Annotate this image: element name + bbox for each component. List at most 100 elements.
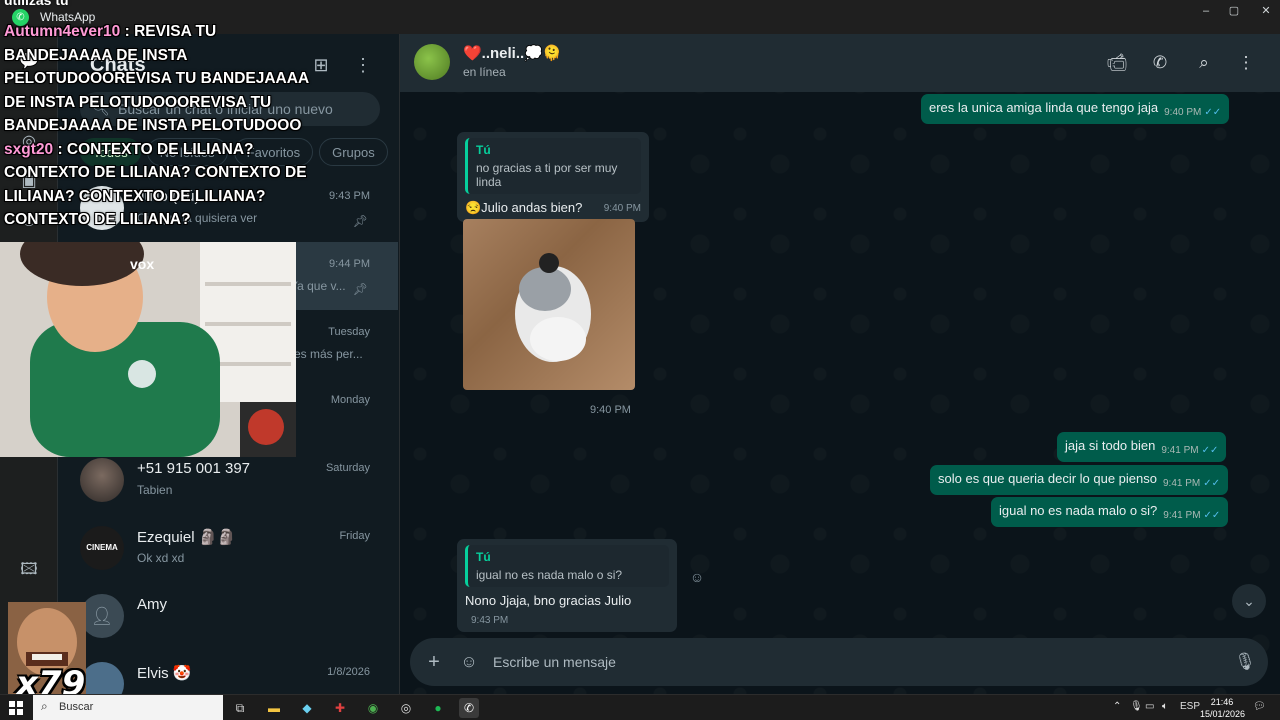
message-text: igual no es nada malo o si? <box>999 503 1158 518</box>
spotify-icon[interactable]: ● <box>428 698 448 718</box>
message-time: 9:43 PM <box>471 615 509 626</box>
message-composer: + ☺ 🎙︎ <box>410 638 1268 686</box>
clock-date: 15/01/2026 <box>1200 709 1246 719</box>
tray-chevron-icon[interactable]: ⌃ <box>1113 701 1121 712</box>
windows-start-icon[interactable] <box>9 701 23 715</box>
quote-text: no gracias a ti por ser muy linda <box>476 161 618 189</box>
media-gallery-icon[interactable]: 🖾 <box>17 558 41 582</box>
message-incoming[interactable]: Tú no gracias a ti por ser muy linda 😒Ju… <box>457 132 649 222</box>
chat-preview: Ya que v... <box>290 279 346 293</box>
message-time: 9:41 PM <box>1162 478 1201 489</box>
mic-tray-icon[interactable]: 🎙︎ <box>1130 701 1143 712</box>
avatar <box>80 662 124 694</box>
message-time: 9:41 PM <box>1161 445 1199 456</box>
message-outgoing[interactable]: igual no es nada malo o si? 9:41 PM ✓✓ <box>991 497 1229 527</box>
chat-time: Monday <box>330 394 370 406</box>
microphone-icon[interactable]: 🎙︎ <box>1233 650 1257 674</box>
read-ticks-icon: ✓✓ <box>1204 107 1222 118</box>
minimize-button[interactable]: – <box>1196 4 1216 18</box>
sticker-emoji-icon[interactable]: ☺ <box>457 650 481 674</box>
file-explorer-icon[interactable]: ▬ <box>264 698 284 718</box>
store-icon[interactable]: ◆ <box>297 698 317 718</box>
chat-time: Saturday <box>325 462 370 474</box>
quote-author: Tú <box>476 550 491 564</box>
message-outgoing[interactable]: jaja si todo bien 9:41 PM ✓✓ <box>1057 432 1227 462</box>
message-text: solo es que queria decir lo que pienso <box>938 471 1157 486</box>
read-ticks-icon: ✓✓ <box>1201 445 1219 456</box>
volume-icon[interactable]: 🔈︎ <box>1162 701 1168 712</box>
message-text: eres la unica amiga linda que tengo jaja <box>929 100 1159 115</box>
message-text: jaja si todo bien <box>1065 438 1156 453</box>
chat-name: Ezequiel 🗿🗿 <box>137 529 237 546</box>
avatar <box>80 458 124 502</box>
pin-icon: 📌︎ <box>352 282 368 296</box>
stream-chat-message: sxgt20 : CONTEXTO DE LILIANA? CONTEXTO D… <box>4 138 316 232</box>
chat-name: Amy <box>137 596 167 613</box>
notifications-icon[interactable]: 💬︎ <box>1253 701 1266 712</box>
emoji-react-icon[interactable]: ☺ <box>688 568 706 586</box>
filter-chip-groups[interactable]: Grupos <box>319 138 388 166</box>
chat-time: Friday <box>339 530 370 542</box>
contact-status: en línea <box>463 65 506 79</box>
maximize-button[interactable]: ▢ <box>1224 4 1244 18</box>
message-incoming[interactable]: Tú igual no es nada malo o si? Nono Jjaj… <box>457 539 677 632</box>
language-indicator[interactable]: ESP <box>1180 701 1200 712</box>
stream-chat-overlay: Autumn4ever10 : REVISA TU BANDEJAAAA DE … <box>4 20 316 232</box>
chat-preview: es más per... <box>294 347 363 361</box>
cat-photo <box>515 253 591 362</box>
quote-author: Tú <box>476 143 491 157</box>
message-outgoing[interactable]: solo es que queria decir lo que pienso 9:… <box>930 465 1228 495</box>
chat-menu-icon[interactable]: ⋮ <box>1234 51 1258 75</box>
message-outgoing[interactable]: eres la unica amiga linda que tengo jaja… <box>921 94 1230 124</box>
network-icon[interactable]: ▭ <box>1145 701 1154 712</box>
chat-username: sxgt20 <box>4 140 54 158</box>
close-window-button[interactable]: ✕ <box>1256 4 1276 18</box>
avatar: CINEMA <box>80 526 124 570</box>
chat-time: Tuesday <box>328 326 370 338</box>
default-avatar-icon: 👤︎ <box>80 594 124 638</box>
chat-list-item[interactable]: CINEMA Ezequiel 🗿🗿 Ok xd xd Friday <box>58 514 398 582</box>
search-in-chat-icon[interactable]: ⌕ <box>1192 51 1216 75</box>
quoted-message[interactable]: Tú no gracias a ti por ser muy linda <box>465 138 641 194</box>
message-input[interactable] <box>493 653 1193 671</box>
task-view-icon[interactable]: ⧉ <box>230 698 250 718</box>
conversation-pane: ❤️..neli..💭🫠 en línea 📹︎ ✆ ⌕ ⋮ eres la u… <box>400 34 1280 694</box>
taskbar-search[interactable]: ⌕ Buscar <box>33 695 223 720</box>
chat-time: 1/8/2026 <box>327 666 370 678</box>
video-call-icon[interactable]: 📹︎ <box>1105 51 1129 75</box>
chat-list-item[interactable]: Elvis 🤡 1/8/2026 <box>58 650 398 694</box>
app-icon[interactable]: ✚ <box>330 698 350 718</box>
chat-preview: Ok xd xd <box>137 551 185 565</box>
taskbar-clock[interactable]: 21:46 15/01/2026 <box>1200 696 1246 720</box>
chrome-icon[interactable]: ◉ <box>363 698 383 718</box>
voice-call-icon[interactable]: ✆ <box>1148 51 1172 75</box>
webcam-image <box>0 242 296 457</box>
chat-list-item[interactable]: 👤︎ Amy <box>58 582 398 650</box>
message-time: 9:41 PM <box>1163 510 1201 521</box>
scroll-to-bottom-button[interactable]: ⌄ <box>1232 584 1266 618</box>
app-root: ✆ WhatsApp – ▢ ✕ 💬 ◎ ▣ ⚇ 🖾 Chats ⊞ ⋮ 🔍︎ … <box>0 0 1280 720</box>
whatsapp-taskbar-icon[interactable]: ✆ <box>459 698 479 718</box>
stream-chat-message: Autumn4ever10 : REVISA TU BANDEJAAAA DE … <box>4 20 316 138</box>
clock-time: 21:46 <box>1210 697 1234 707</box>
chat-username: Autumn4ever10 <box>4 23 121 40</box>
quoted-message[interactable]: Tú igual no es nada malo o si? <box>465 545 669 587</box>
overlay-top-text: utilizas tu <box>4 0 69 8</box>
attach-plus-icon[interactable]: + <box>422 650 446 674</box>
image-message[interactable] <box>463 219 635 390</box>
image-time: 9:40 PM <box>590 404 631 416</box>
conversation-header[interactable]: ❤️..neli..💭🫠 en línea 📹︎ ✆ ⌕ ⋮ <box>400 34 1280 92</box>
quote-text: igual no es nada malo o si? <box>476 568 623 582</box>
taskbar-search-label: Buscar <box>59 701 94 713</box>
message-time: 9:40 PM <box>1164 107 1202 118</box>
message-time: 9:40 PM <box>603 203 641 214</box>
contact-avatar[interactable] <box>414 44 450 80</box>
chat-time: 9:44 PM <box>329 258 370 270</box>
sidebar-menu-icon[interactable]: ⋮ <box>350 52 376 78</box>
obs-icon[interactable]: ◎ <box>396 698 416 718</box>
pin-icon: 📌︎ <box>352 214 368 228</box>
read-ticks-icon: ✓✓ <box>1203 478 1220 489</box>
webcam-brand-logo: vox <box>130 256 155 272</box>
chat-time: 9:43 PM <box>329 190 370 202</box>
contact-name[interactable]: ❤️..neli..💭🫠 <box>463 44 562 62</box>
